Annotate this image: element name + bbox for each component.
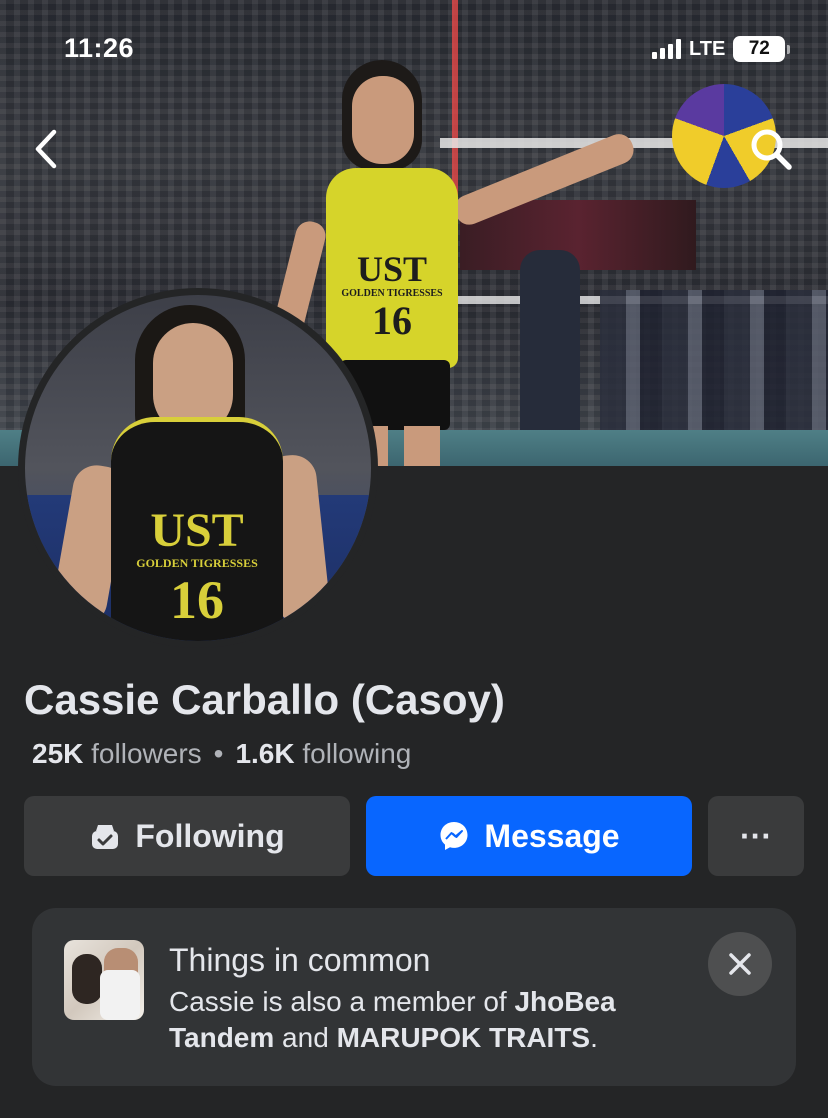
battery-icon: 72 — [733, 36, 791, 62]
following-check-icon — [92, 825, 119, 849]
dismiss-button[interactable] — [708, 932, 772, 996]
things-in-common-title: Things in common — [169, 942, 431, 978]
signal-strength-icon — [652, 39, 681, 59]
back-button[interactable] — [30, 126, 66, 172]
cover-player-face — [352, 76, 414, 164]
close-icon — [729, 953, 751, 975]
avatar-photo: UST GOLDEN TIGRESSES 16 — [25, 295, 371, 641]
following-count: 1.6K — [235, 738, 295, 769]
network-type: LTE — [689, 37, 726, 60]
chevron-left-icon — [35, 129, 57, 169]
follow-stats: 25K followers • 1.6K following — [32, 738, 411, 770]
things-in-common-text: Cassie is also a member of JhoBea Tandem… — [169, 986, 616, 1053]
cover-player-jersey: UST GOLDEN TIGRESSES 16 — [326, 168, 458, 368]
profile-name: Cassie Carballo (Casoy) — [24, 676, 505, 723]
following-button[interactable]: Following — [24, 796, 350, 876]
search-button[interactable] — [748, 126, 794, 172]
more-options-button[interactable]: ··· — [708, 796, 804, 876]
followers-count: 25K — [32, 738, 84, 769]
profile-avatar[interactable]: UST GOLDEN TIGRESSES 16 — [18, 288, 378, 648]
status-time: 11:26 — [64, 33, 135, 63]
following-link[interactable]: 1.6K following — [235, 738, 411, 769]
cover-player-leg — [404, 426, 440, 466]
common-group-thumbnail — [64, 940, 144, 1020]
messenger-icon — [440, 822, 468, 850]
battery-level: 72 — [748, 38, 770, 59]
following-label: following — [302, 738, 412, 769]
avatar-jersey-team: GOLDEN TIGRESSES — [136, 556, 258, 570]
followers-link[interactable]: 25K followers — [32, 738, 202, 769]
cover-jersey-number: 16 — [372, 298, 412, 343]
avatar-jersey-school: UST — [150, 504, 244, 557]
stats-separator: • — [213, 738, 224, 769]
search-icon — [751, 129, 792, 170]
group-link-marupok-traits[interactable]: MARUPOK TRAITS — [337, 1022, 591, 1053]
message-button[interactable]: Message — [366, 796, 692, 876]
background-players — [600, 290, 828, 440]
cover-jersey-school: UST — [356, 249, 428, 289]
more-options-icon: ··· — [740, 817, 772, 854]
message-button-label: Message — [484, 817, 620, 854]
avatar-jersey: UST GOLDEN TIGRESSES 16 — [111, 417, 283, 641]
following-button-label: Following — [135, 817, 285, 854]
status-indicators: LTE 72 — [652, 36, 791, 62]
avatar-jersey-number: 16 — [170, 570, 224, 630]
things-in-common-card[interactable]: Things in common Cassie is also a member… — [32, 908, 796, 1086]
followers-label: followers — [91, 738, 202, 769]
